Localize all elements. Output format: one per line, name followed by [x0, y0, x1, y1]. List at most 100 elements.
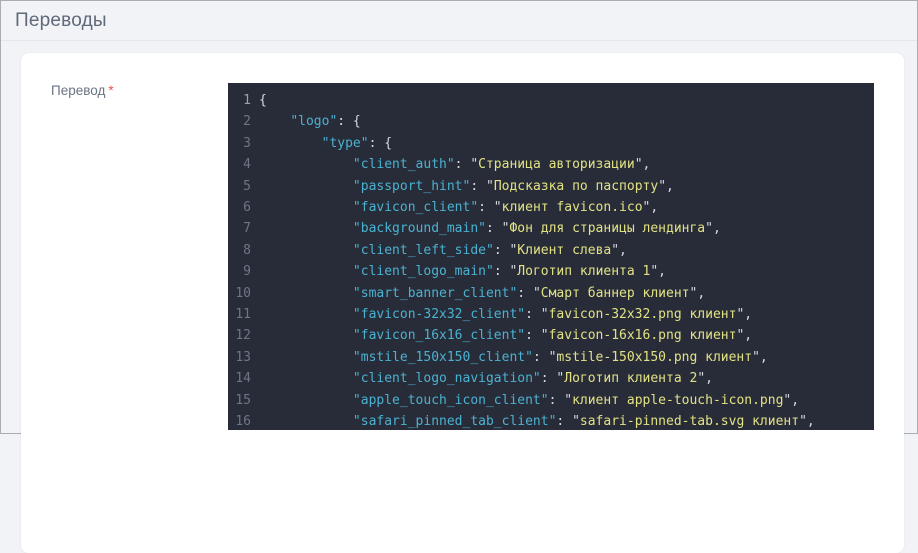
line-number: 9 [228, 261, 251, 282]
json-punctuation: ", [650, 264, 666, 279]
code-content: "background_main": "Фон для страницы лен… [251, 218, 721, 239]
code-content: "favicon_client": "клиент favicon.ico", [251, 197, 658, 218]
json-punctuation [259, 414, 353, 429]
translation-card: Перевод* 1{2 "logo": {3 "type": {4 "clie… [21, 53, 904, 553]
json-punctuation: ", [611, 243, 627, 258]
json-string-value: Подсказка по паспорту [494, 179, 658, 194]
json-string-value: Логотип клиента 2 [564, 371, 697, 386]
code-line: 4 "client_auth": "Страница авторизации", [228, 154, 874, 175]
json-punctuation [259, 157, 353, 172]
json-punctuation [259, 371, 353, 386]
json-punctuation [259, 328, 353, 343]
json-punctuation: : { [369, 136, 392, 151]
json-punctuation [259, 114, 290, 129]
page-header: Переводы [1, 1, 917, 41]
code-line: 8 "client_left_side": "Клиент слева", [228, 240, 874, 261]
line-number: 13 [228, 347, 251, 368]
code-line: 9 "client_logo_main": "Логотип клиента 1… [228, 261, 874, 282]
code-line: 11 "favicon-32x32_client": "favicon-32x3… [228, 304, 874, 325]
json-key: "smart_banner_client" [353, 286, 517, 301]
json-string-value: Смарт баннер клиент [541, 286, 690, 301]
json-punctuation [259, 179, 353, 194]
line-number: 1 [228, 90, 251, 111]
code-line: 3 "type": { [228, 133, 874, 154]
json-string-value: mstile-150x150.png клиент [556, 350, 752, 365]
json-string-value: safari-pinned-tab.svg клиент [580, 414, 799, 429]
json-string-value: favicon-16x16.png клиент [549, 328, 737, 343]
line-number: 7 [228, 218, 251, 239]
json-punctuation: ", [783, 393, 799, 408]
code-content: "favicon-32x32_client": "favicon-32x32.p… [251, 304, 752, 325]
json-key: "logo" [290, 114, 337, 129]
json-punctuation [259, 307, 353, 322]
json-punctuation: : " [494, 264, 517, 279]
line-number: 4 [228, 154, 251, 175]
json-key: "background_main" [353, 221, 486, 236]
json-punctuation: ", [799, 414, 815, 429]
json-string-value: клиент favicon.ico [502, 200, 643, 215]
json-key: "safari_pinned_tab_client" [353, 414, 557, 429]
json-key: "apple_touch_icon_client" [353, 393, 549, 408]
json-string-value: Клиент слева [517, 243, 611, 258]
line-number: 8 [228, 240, 251, 261]
code-editor[interactable]: 1{2 "logo": {3 "type": {4 "client_auth":… [228, 83, 874, 430]
code-content: "client_logo_navigation": "Логотип клиен… [251, 368, 713, 389]
code-line: 16 "safari_pinned_tab_client": "safari-p… [228, 411, 874, 430]
code-content: "type": { [251, 133, 392, 154]
line-number: 15 [228, 390, 251, 411]
code-line: 10 "smart_banner_client": "Смарт баннер … [228, 283, 874, 304]
json-string-value: Фон для страницы лендинга [509, 221, 705, 236]
json-punctuation: ", [736, 307, 752, 322]
json-key: "client_auth" [353, 157, 455, 172]
json-punctuation [259, 221, 353, 236]
code-line: 5 "passport_hint": "Подсказка по паспорт… [228, 176, 874, 197]
json-punctuation: ", [752, 350, 768, 365]
json-key: "type" [322, 136, 369, 151]
json-punctuation: : " [525, 328, 548, 343]
code-content: "smart_banner_client": "Смарт баннер кли… [251, 283, 705, 304]
code-content: "safari_pinned_tab_client": "safari-pinn… [251, 411, 815, 430]
json-punctuation: : { [337, 114, 360, 129]
code-content: "client_auth": "Страница авторизации", [251, 154, 650, 175]
json-punctuation [259, 350, 353, 365]
json-string-value: Страница авторизации [478, 157, 635, 172]
json-punctuation [259, 286, 353, 301]
json-punctuation: : " [478, 200, 501, 215]
json-punctuation: : " [455, 157, 478, 172]
translation-field-label: Перевод* [51, 83, 114, 98]
json-punctuation: ", [690, 286, 706, 301]
json-punctuation [259, 200, 353, 215]
json-punctuation: ", [697, 371, 713, 386]
code-line: 6 "favicon_client": "клиент favicon.ico"… [228, 197, 874, 218]
code-line: 15 "apple_touch_icon_client": "клиент ap… [228, 390, 874, 411]
json-key: "client_logo_main" [353, 264, 494, 279]
code-content: "apple_touch_icon_client": "клиент apple… [251, 390, 799, 411]
code-line: 1{ [228, 90, 874, 111]
line-number: 16 [228, 411, 251, 430]
json-punctuation: ", [658, 179, 674, 194]
code-content: "client_logo_main": "Логотип клиента 1", [251, 261, 666, 282]
page-title: Переводы [15, 10, 107, 31]
line-number: 6 [228, 197, 251, 218]
line-number: 5 [228, 176, 251, 197]
json-punctuation: : " [541, 371, 564, 386]
line-number: 2 [228, 111, 251, 132]
code-line: 12 "favicon_16x16_client": "favicon-16x1… [228, 325, 874, 346]
line-number: 11 [228, 304, 251, 325]
code-content: "favicon_16x16_client": "favicon-16x16.p… [251, 325, 752, 346]
json-punctuation [259, 264, 353, 279]
code-content: "passport_hint": "Подсказка по паспорту"… [251, 176, 674, 197]
json-punctuation: ", [736, 328, 752, 343]
json-punctuation: : " [533, 350, 556, 365]
code-content: { [251, 90, 267, 111]
field-label-text: Перевод [51, 83, 105, 98]
required-asterisk: * [108, 83, 113, 98]
code-line: 7 "background_main": "Фон для страницы л… [228, 218, 874, 239]
json-key: "favicon_16x16_client" [353, 328, 525, 343]
json-punctuation: : " [494, 243, 517, 258]
line-number: 14 [228, 368, 251, 389]
line-number: 10 [228, 283, 251, 304]
code-content: "logo": { [251, 111, 361, 132]
json-key: "favicon-32x32_client" [353, 307, 525, 322]
json-key: "favicon_client" [353, 200, 478, 215]
